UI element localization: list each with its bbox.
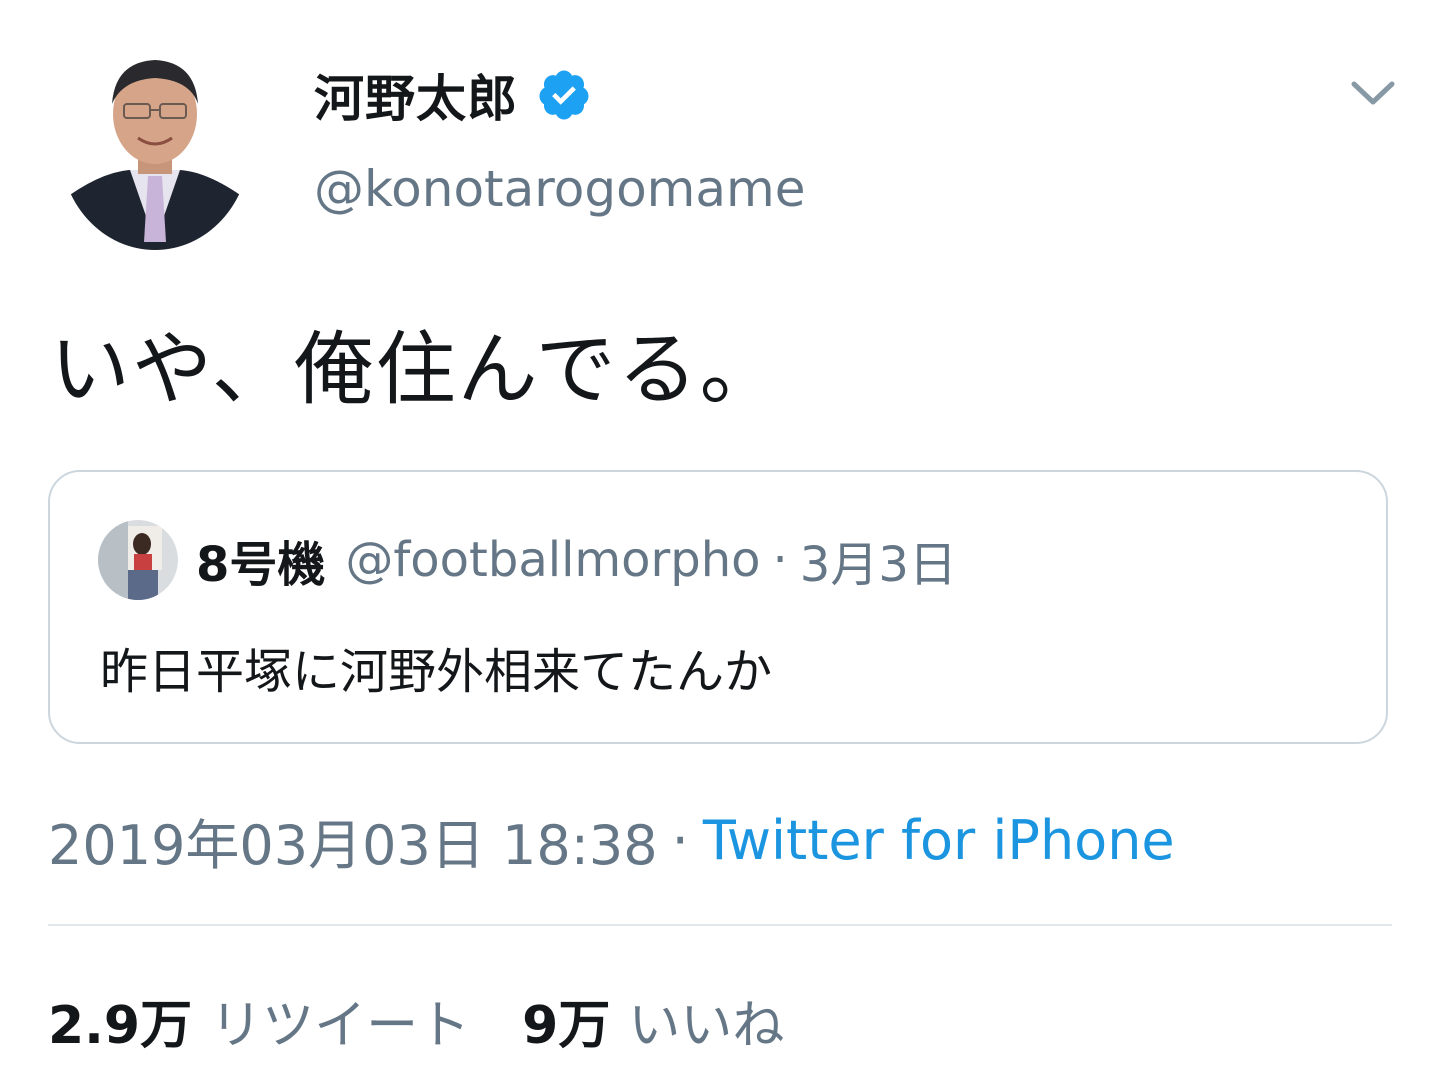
retweet-label: リツイート [210,995,471,1056]
quoted-tweet-header: 8号機 @footballmorpho · 3月3日 [196,524,957,596]
retweet-stat[interactable]: 2.9万 リツイート [48,983,470,1058]
quoted-date: 3月3日 [799,537,957,593]
avatar-photo-icon [98,520,178,600]
chevron-down-icon[interactable] [1348,74,1398,110]
verified-badge-icon [536,67,592,123]
tweet-timestamp[interactable]: 2019年03月03日 18:38 [48,801,658,880]
like-count: 9万 [522,995,611,1056]
tweet-detail: 河野太郎 @konotarogomame いや、俺住んでる。 8号機 @foot… [0,0,1440,1087]
tweet-text: いや、俺住んでる。 [50,323,782,416]
quoted-tweet-card[interactable]: 8号機 @footballmorpho · 3月3日 昨日平塚に河野外相来てたん… [48,470,1388,744]
quoted-author-avatar [98,520,178,600]
quoted-display-name: 8号機 [196,537,326,593]
quoted-handle: @footballmorpho [345,532,761,588]
like-stat[interactable]: 9万 いいね [522,983,784,1058]
author-handle[interactable]: @konotarogomame [314,160,805,218]
author-display-name[interactable]: 河野太郎 [314,59,518,131]
tweet-meta: 2019年03月03日 18:38 · Twitter for iPhone [48,800,1175,880]
author-avatar[interactable] [60,42,250,250]
retweet-count: 2.9万 [48,995,193,1056]
meta-separator: · [671,808,689,872]
source-link[interactable]: Twitter for iPhone [703,809,1175,872]
tweet-stats: 2.9万 リツイート 9万 いいね [48,980,784,1060]
like-label: いいね [628,995,785,1056]
quoted-separator: · [772,532,788,588]
divider [48,924,1392,926]
quoted-tweet-text: 昨日平塚に河野外相来てたんか [100,644,773,700]
author-name-row[interactable]: 河野太郎 [314,60,592,130]
avatar-portrait-icon [60,42,250,250]
